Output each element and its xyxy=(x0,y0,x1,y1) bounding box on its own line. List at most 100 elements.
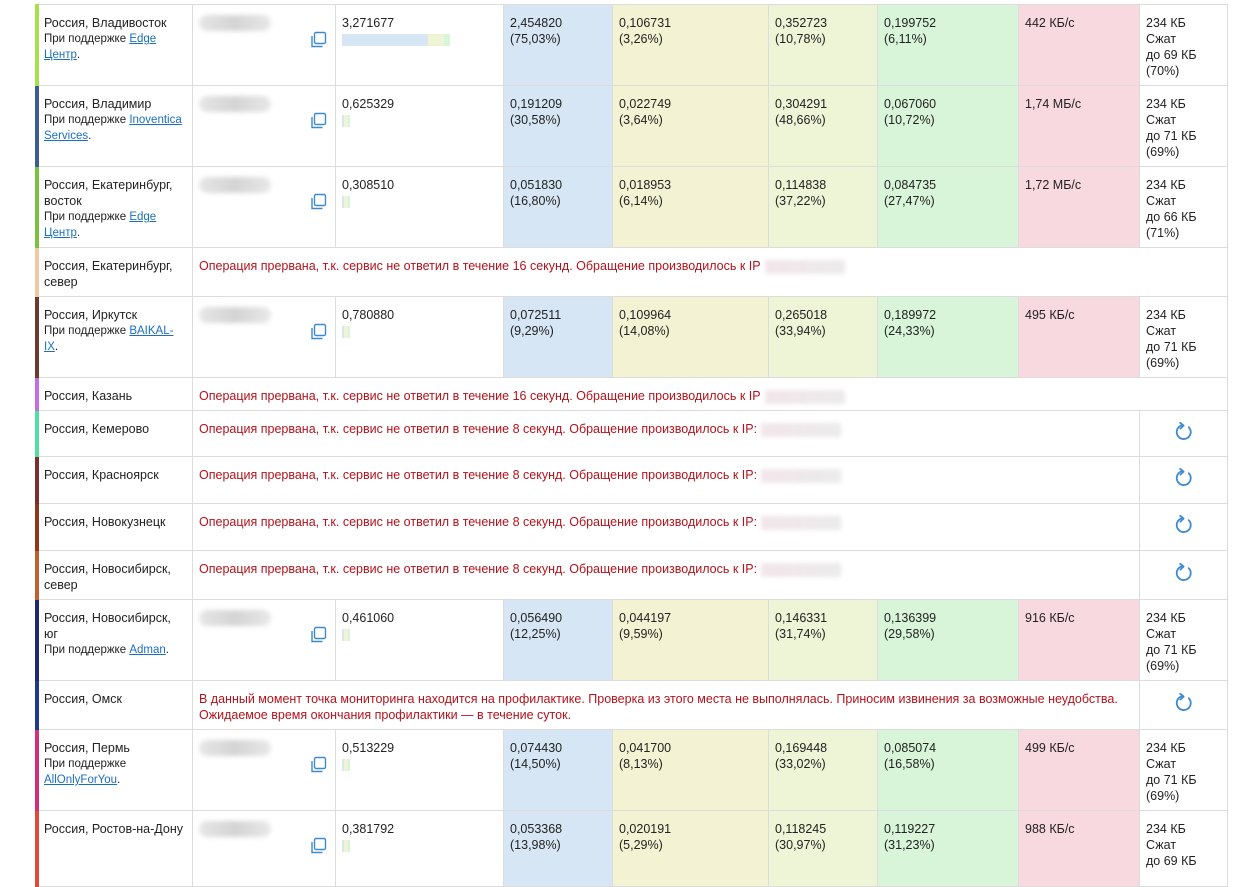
retry-cell[interactable] xyxy=(1139,503,1228,551)
value: до 66 КБ xyxy=(1146,210,1197,224)
value: 0,513229 xyxy=(342,741,395,755)
ip-cell xyxy=(192,166,336,248)
value: 0,381792 xyxy=(342,822,395,836)
timing-c1-cell: 0,191209 (30,58%) xyxy=(503,85,613,167)
value: 234 КБ xyxy=(1146,97,1186,111)
value: 0,625329 xyxy=(342,97,395,111)
support-prefix: При поддержке xyxy=(44,758,127,770)
support-suffix: . xyxy=(76,227,81,239)
value: (16,58%) xyxy=(884,757,935,771)
refresh-icon[interactable] xyxy=(1174,467,1194,488)
retry-cell[interactable] xyxy=(1139,410,1228,457)
timing-c4-cell: 0,085074 (16,58%) xyxy=(877,729,1019,811)
value: до 71 КБ xyxy=(1146,773,1197,787)
retry-cell[interactable] xyxy=(1139,456,1228,504)
retry-cell[interactable] xyxy=(1139,550,1228,600)
ip-redacted xyxy=(761,422,842,437)
refresh-icon[interactable] xyxy=(1174,692,1194,713)
sponsor-link[interactable]: Adman xyxy=(129,644,165,656)
timing-bar-segment xyxy=(348,759,350,771)
copy-icon[interactable] xyxy=(309,626,327,644)
support-prefix: При поддержке xyxy=(44,644,130,656)
value: (10,72%) xyxy=(884,113,935,127)
value: 0,119227 xyxy=(884,822,936,836)
city-name: Россия, Омск xyxy=(44,692,122,706)
value: 0,780880 xyxy=(342,308,395,322)
value: 442 КБ/с xyxy=(1025,16,1075,30)
timing-bar xyxy=(342,34,497,46)
size-cell: 234 КБ Сжат до 71 КБ (69%) xyxy=(1139,85,1228,167)
location-cell: Россия, Казань xyxy=(35,377,193,411)
support-suffix: . xyxy=(88,130,92,142)
timing-c3-cell: 0,352723 (10,78%) xyxy=(768,4,878,86)
value: 234 КБ xyxy=(1146,16,1186,30)
timing-c2-cell: 0,041700 (8,13%) xyxy=(612,729,769,811)
value: 0,146331 xyxy=(775,611,828,625)
value: 0,189972 xyxy=(884,308,937,322)
value: Сжат xyxy=(1146,627,1177,641)
timing-c2-cell: 0,022749 (3,64%) xyxy=(612,85,769,167)
timing-c4-cell: 0,067060 (10,72%) xyxy=(877,85,1019,167)
table-row: Россия, Пермь При поддержке AllOnlyForYou… xyxy=(35,729,1228,811)
table-row: Россия, Иркутск При поддержке BAIKAL-IX. 0… xyxy=(35,296,1228,378)
city-name: Россия, Красноярск xyxy=(44,468,159,482)
city-name: Россия, Кемерово xyxy=(44,422,150,436)
timing-bar-segment xyxy=(443,34,451,46)
location-cell: Россия, Пермь При поддержке AllOnlyForYou… xyxy=(35,729,193,811)
value: (30,97%) xyxy=(775,838,826,852)
copy-icon[interactable] xyxy=(309,323,327,341)
value: 0,461060 xyxy=(342,611,395,625)
timing-bar-segment xyxy=(348,326,350,338)
refresh-icon[interactable] xyxy=(1174,562,1194,583)
table-row: Россия, Новосибирск, север Операция прерв… xyxy=(35,550,1228,600)
timing-c2-cell: 0,044197 (9,59%) xyxy=(612,599,769,681)
error-message: Операция прервана, т.к. сервис не ответи… xyxy=(192,377,1228,411)
speed-cell: 442 КБ/с xyxy=(1018,4,1140,86)
timing-bar xyxy=(342,326,497,338)
copy-icon[interactable] xyxy=(309,837,327,855)
city-name: Россия, Екатеринбург, север xyxy=(44,259,173,289)
value: 0,022749 xyxy=(619,97,672,111)
location-cell: Россия, Омск xyxy=(35,680,193,730)
sponsor-link[interactable]: AllOnlyForYou xyxy=(44,774,117,786)
support-suffix: . xyxy=(117,774,121,786)
timing-c3-cell: 0,304291 (48,66%) xyxy=(768,85,878,167)
speed-cell: 916 КБ/с xyxy=(1018,599,1140,681)
value: до 71 КБ xyxy=(1146,129,1197,143)
total-time-cell: 0,625329 xyxy=(335,85,504,167)
timing-c4-cell: 0,084735 (27,47%) xyxy=(877,166,1019,248)
retry-cell[interactable] xyxy=(1139,680,1228,730)
copy-icon[interactable] xyxy=(309,756,327,774)
ip-cell xyxy=(192,599,336,681)
refresh-icon[interactable] xyxy=(1174,421,1194,442)
value: (16,80%) xyxy=(510,194,561,208)
copy-icon[interactable] xyxy=(309,31,327,49)
table-row: Россия, Новосибирск, юг При поддержке Adm… xyxy=(35,599,1228,681)
value: (9,29%) xyxy=(510,324,554,338)
total-time-cell: 3,271677 xyxy=(335,4,504,86)
size-cell: 234 КБ Сжат до 71 КБ (69%) xyxy=(1139,729,1228,811)
timing-bar-segment xyxy=(348,196,350,208)
refresh-icon[interactable] xyxy=(1174,514,1194,535)
total-time-cell: 0,308510 xyxy=(335,166,504,248)
location-cell: Россия, Кемерово xyxy=(35,410,193,457)
value: 916 КБ/с xyxy=(1025,611,1075,625)
value: (37,22%) xyxy=(775,194,826,208)
copy-icon[interactable] xyxy=(309,112,327,130)
value: (8,13%) xyxy=(619,757,663,771)
speed-cell: 988 КБ/с xyxy=(1018,810,1140,887)
copy-icon[interactable] xyxy=(309,193,327,211)
city-name: Россия, Екатеринбург, восток xyxy=(44,178,173,208)
value: 0,067060 xyxy=(884,97,937,111)
table-row: Россия, Красноярск Операция прервана, т.к… xyxy=(35,456,1228,504)
value: Сжат xyxy=(1146,757,1177,771)
timing-c2-cell: 0,020191 (5,29%) xyxy=(612,810,769,887)
size-cell: 234 КБ Сжат до 66 КБ (71%) xyxy=(1139,166,1228,248)
table-row: Россия, Владимир При поддержке Inoventica… xyxy=(35,85,1228,167)
ip-redacted xyxy=(199,15,271,31)
timing-c4-cell: 0,119227 (31,23%) xyxy=(877,810,1019,887)
timing-c2-cell: 0,109964 (14,08%) xyxy=(612,296,769,378)
ip-redacted xyxy=(199,177,271,193)
value: 0,072511 xyxy=(510,308,562,322)
value: (14,08%) xyxy=(619,324,670,338)
